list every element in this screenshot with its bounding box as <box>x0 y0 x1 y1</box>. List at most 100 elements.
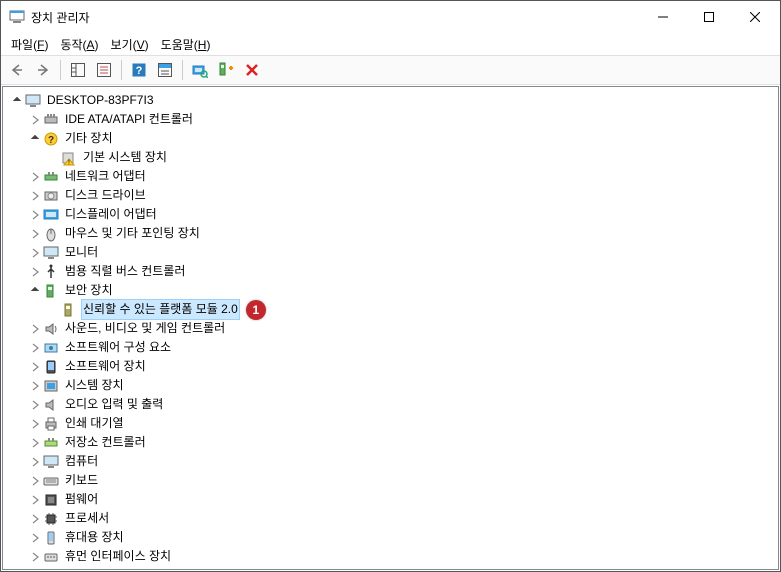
menu-view[interactable]: 보기(V) <box>105 34 155 55</box>
chevron-right-icon[interactable] <box>27 207 43 223</box>
tree-item-label: 기타 장치 <box>63 129 115 148</box>
tree-item[interactable]: 보안 장치 <box>9 281 778 300</box>
chevron-right-icon[interactable] <box>27 226 43 242</box>
menu-action[interactable]: 동작(A) <box>54 34 104 55</box>
tree-item[interactable]: 신뢰할 수 있는 플랫폼 모듈 2.0 <box>9 300 778 319</box>
menu-help[interactable]: 도움말(H) <box>155 34 217 55</box>
menu-file[interactable]: 파일(F) <box>5 34 54 55</box>
tree-item[interactable]: 펌웨어 <box>9 490 778 509</box>
add-hardware-button[interactable] <box>214 58 238 82</box>
chevron-down-icon[interactable] <box>9 93 25 109</box>
kbd-icon <box>43 473 59 489</box>
tree-item-label: 저장소 컨트롤러 <box>63 433 148 452</box>
window-title: 장치 관리자 <box>31 9 640 26</box>
chevron-right-icon[interactable] <box>27 188 43 204</box>
tree-item[interactable]: !기본 시스템 장치 <box>9 148 778 167</box>
sys-icon <box>43 378 59 394</box>
chevron-down-icon[interactable] <box>27 283 43 299</box>
audio-icon <box>43 397 59 413</box>
portable-icon <box>43 530 59 546</box>
tree-item[interactable]: 소프트웨어 구성 요소 <box>9 338 778 357</box>
chevron-right-icon[interactable] <box>27 492 43 508</box>
chevron-right-icon[interactable] <box>27 321 43 337</box>
tree-item[interactable]: 컴퓨터 <box>9 452 778 471</box>
tree-item-label: 네트워크 어댑터 <box>63 167 148 186</box>
nav-forward-button[interactable] <box>31 58 55 82</box>
tree-item[interactable]: ?기타 장치 <box>9 129 778 148</box>
chevron-right-icon[interactable] <box>27 397 43 413</box>
tree-item[interactable]: 시스템 장치 <box>9 376 778 395</box>
chevron-right-icon[interactable] <box>27 112 43 128</box>
show-hide-tree-button[interactable] <box>66 58 90 82</box>
net-icon <box>43 169 59 185</box>
chevron-right-icon[interactable] <box>27 245 43 261</box>
computer-icon <box>25 93 41 109</box>
chevron-right-icon[interactable] <box>27 454 43 470</box>
chevron-right-icon[interactable] <box>27 511 43 527</box>
tree-item[interactable]: 네트워크 어댑터 <box>9 167 778 186</box>
cpu-icon <box>43 511 59 527</box>
print-icon <box>43 416 59 432</box>
minimize-button[interactable] <box>640 2 686 32</box>
tree-item[interactable]: 범용 직렬 버스 컨트롤러 <box>9 262 778 281</box>
scan-hardware-button[interactable] <box>188 58 212 82</box>
properties-button[interactable] <box>92 58 116 82</box>
fw-icon <box>43 492 59 508</box>
chevron-right-icon[interactable] <box>27 378 43 394</box>
tree-item[interactable]: 모니터 <box>9 243 778 262</box>
tree-item-label: 사운드, 비디오 및 게임 컨트롤러 <box>63 319 227 338</box>
computer-icon <box>43 454 59 470</box>
chevron-right-icon[interactable] <box>27 435 43 451</box>
tree-item-label: 소프트웨어 장치 <box>63 357 148 376</box>
tree-root[interactable]: DESKTOP-83PF7I3 <box>9 91 778 110</box>
tree-item-label: 키보드 <box>63 471 100 490</box>
ide-icon <box>43 112 59 128</box>
device-tree-panel[interactable]: DESKTOP-83PF7I3IDE ATA/ATAPI 컨트롤러?기타 장치!… <box>2 86 779 570</box>
tree-item[interactable]: 휴먼 인터페이스 장치 <box>9 547 778 566</box>
close-button[interactable] <box>732 2 778 32</box>
chevron-right-icon[interactable] <box>27 169 43 185</box>
tree-item[interactable]: 디스플레이 어댑터 <box>9 205 778 224</box>
chevron-right-icon[interactable] <box>27 340 43 356</box>
tree-item[interactable]: 키보드 <box>9 471 778 490</box>
swdev-icon <box>43 359 59 375</box>
chevron-down-icon[interactable] <box>27 131 43 147</box>
maximize-button[interactable] <box>686 2 732 32</box>
title-bar: 장치 관리자 <box>1 1 780 33</box>
chevron-right-icon[interactable] <box>27 549 43 565</box>
chevron-right-icon[interactable] <box>27 530 43 546</box>
tree-item-label: 보안 장치 <box>63 281 115 300</box>
action-button[interactable] <box>153 58 177 82</box>
help-button[interactable]: ? <box>127 58 151 82</box>
nav-back-button[interactable] <box>5 58 29 82</box>
sec-icon <box>43 283 59 299</box>
tree-item[interactable]: 휴대용 장치 <box>9 528 778 547</box>
callout-marker-1: 1 <box>246 300 266 320</box>
tree-item[interactable]: 인쇄 대기열 <box>9 414 778 433</box>
tree-item-label: 모니터 <box>63 243 100 262</box>
tree-item-label: 프로세서 <box>63 509 111 528</box>
chevron-right-icon[interactable] <box>27 416 43 432</box>
tree-item[interactable]: 소프트웨어 장치 <box>9 357 778 376</box>
chevron-right-icon[interactable] <box>27 264 43 280</box>
tree-item[interactable]: 프로세서 <box>9 509 778 528</box>
tree-item[interactable]: 마우스 및 기타 포인팅 장치 <box>9 224 778 243</box>
toolbar: ? <box>1 55 780 85</box>
chevron-right-icon[interactable] <box>27 359 43 375</box>
swcomp-icon <box>43 340 59 356</box>
app-icon <box>9 9 25 25</box>
uninstall-button[interactable] <box>240 58 264 82</box>
toolbar-separator <box>60 60 61 80</box>
tree-root-label: DESKTOP-83PF7I3 <box>45 91 156 110</box>
tree-item[interactable]: IDE ATA/ATAPI 컨트롤러 <box>9 110 778 129</box>
tree-item-label: 휴먼 인터페이스 장치 <box>63 547 173 566</box>
toolbar-separator <box>121 60 122 80</box>
tree-item[interactable]: 디스크 드라이브 <box>9 186 778 205</box>
tree-item-label: 컴퓨터 <box>63 452 100 471</box>
tree-item[interactable]: 사운드, 비디오 및 게임 컨트롤러 <box>9 319 778 338</box>
tree-item[interactable]: 저장소 컨트롤러 <box>9 433 778 452</box>
toolbar-separator <box>182 60 183 80</box>
chevron-right-icon[interactable] <box>27 473 43 489</box>
tree-item[interactable]: 오디오 입력 및 출력 <box>9 395 778 414</box>
tree-item-label: 휴대용 장치 <box>63 528 126 547</box>
